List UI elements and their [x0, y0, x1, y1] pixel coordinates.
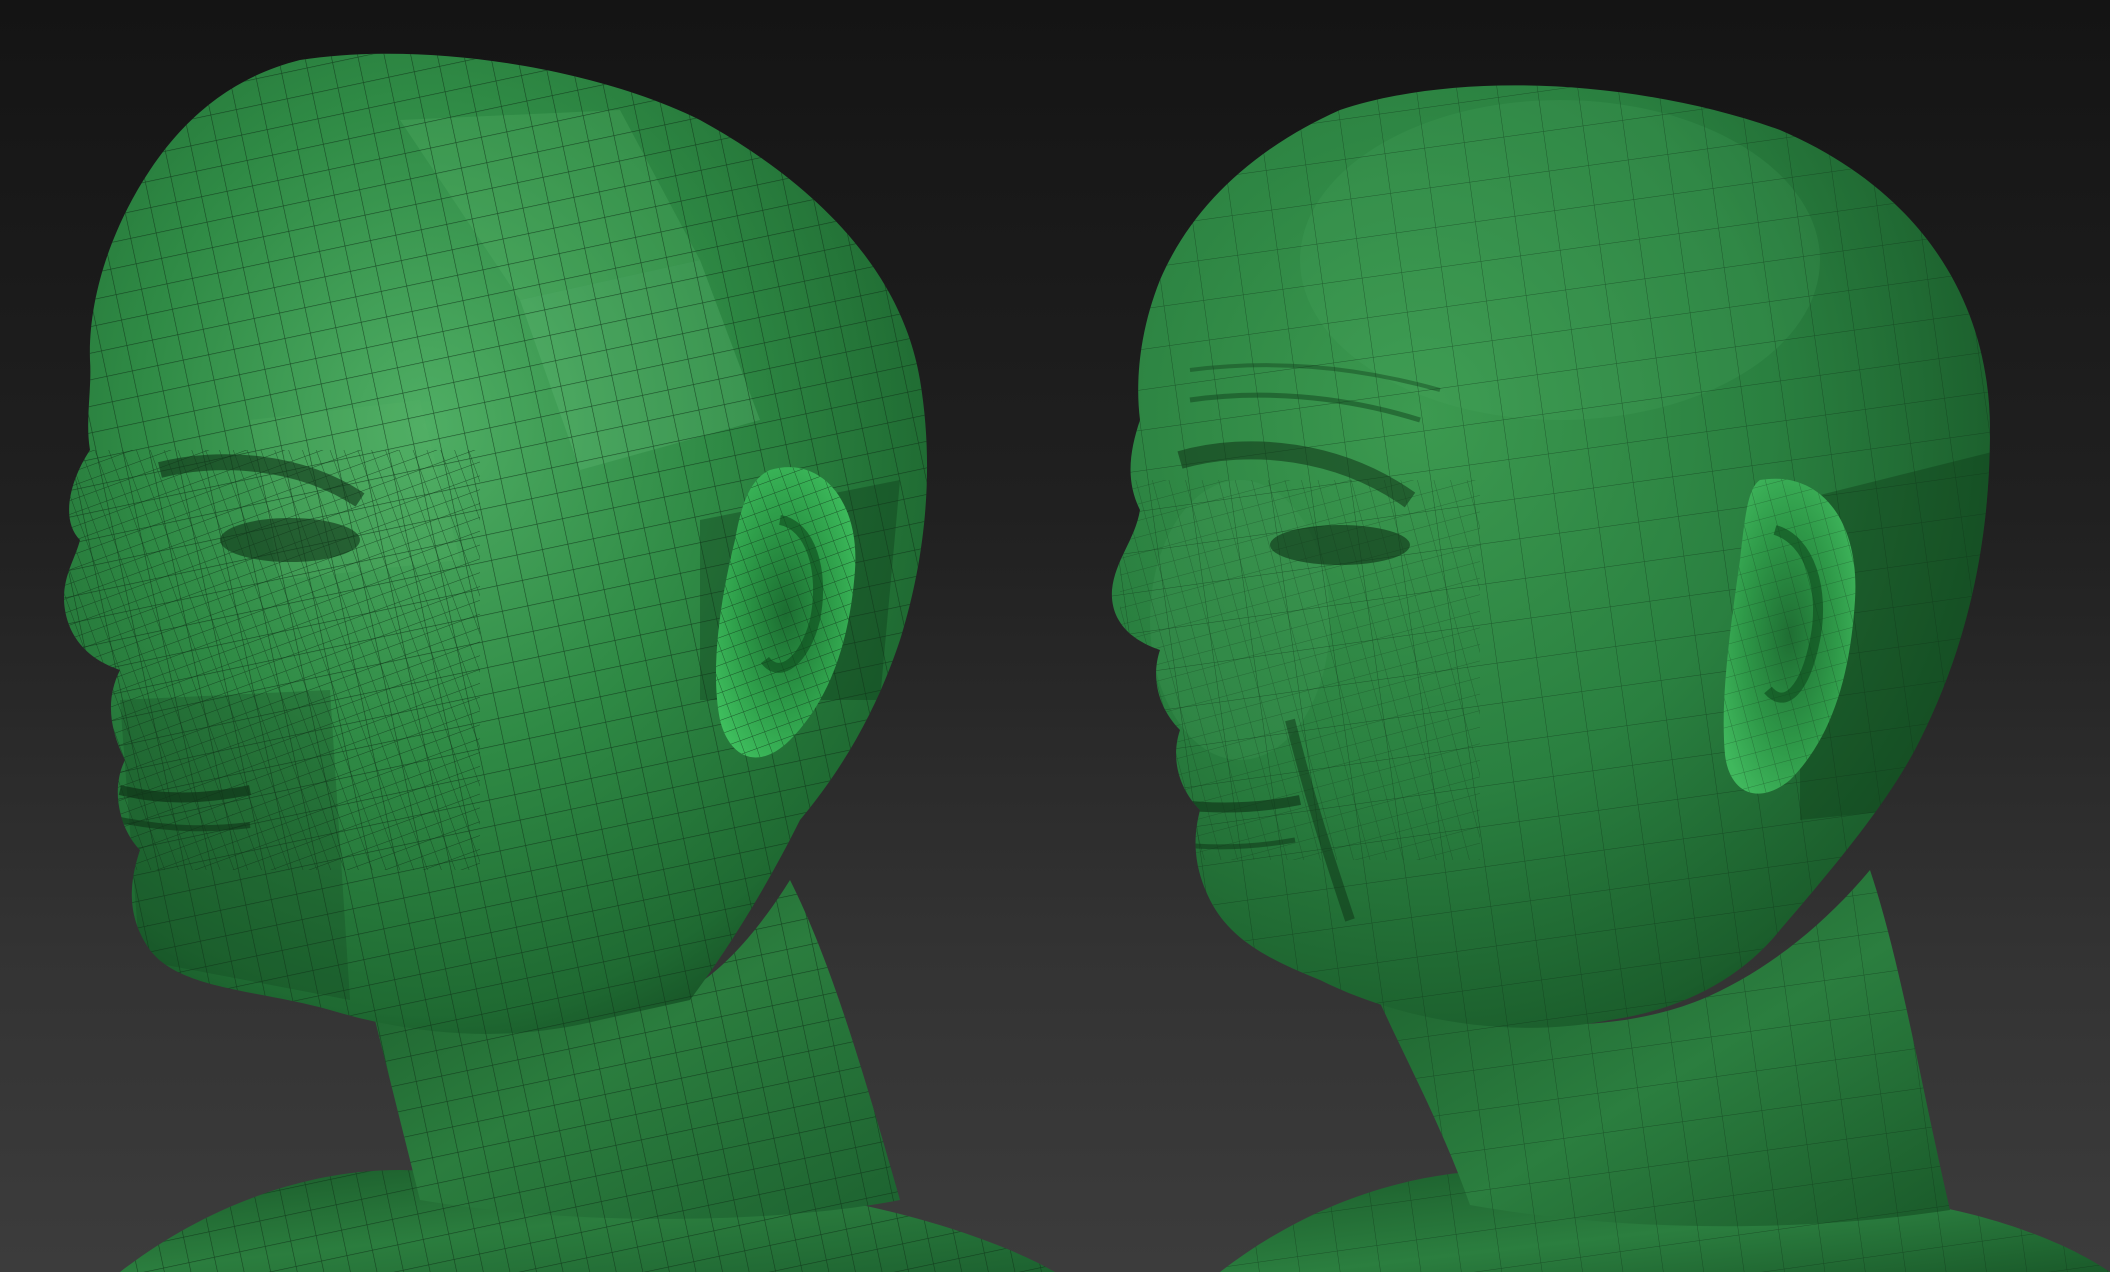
- render-viewport: [0, 0, 2110, 1272]
- sculpted-head-render: [1040, 0, 2110, 1272]
- base-mesh-head-svg: [63, 53, 1055, 1272]
- base-mesh-head-render: [0, 0, 1055, 1272]
- sculpted-head-svg: [1111, 85, 2110, 1272]
